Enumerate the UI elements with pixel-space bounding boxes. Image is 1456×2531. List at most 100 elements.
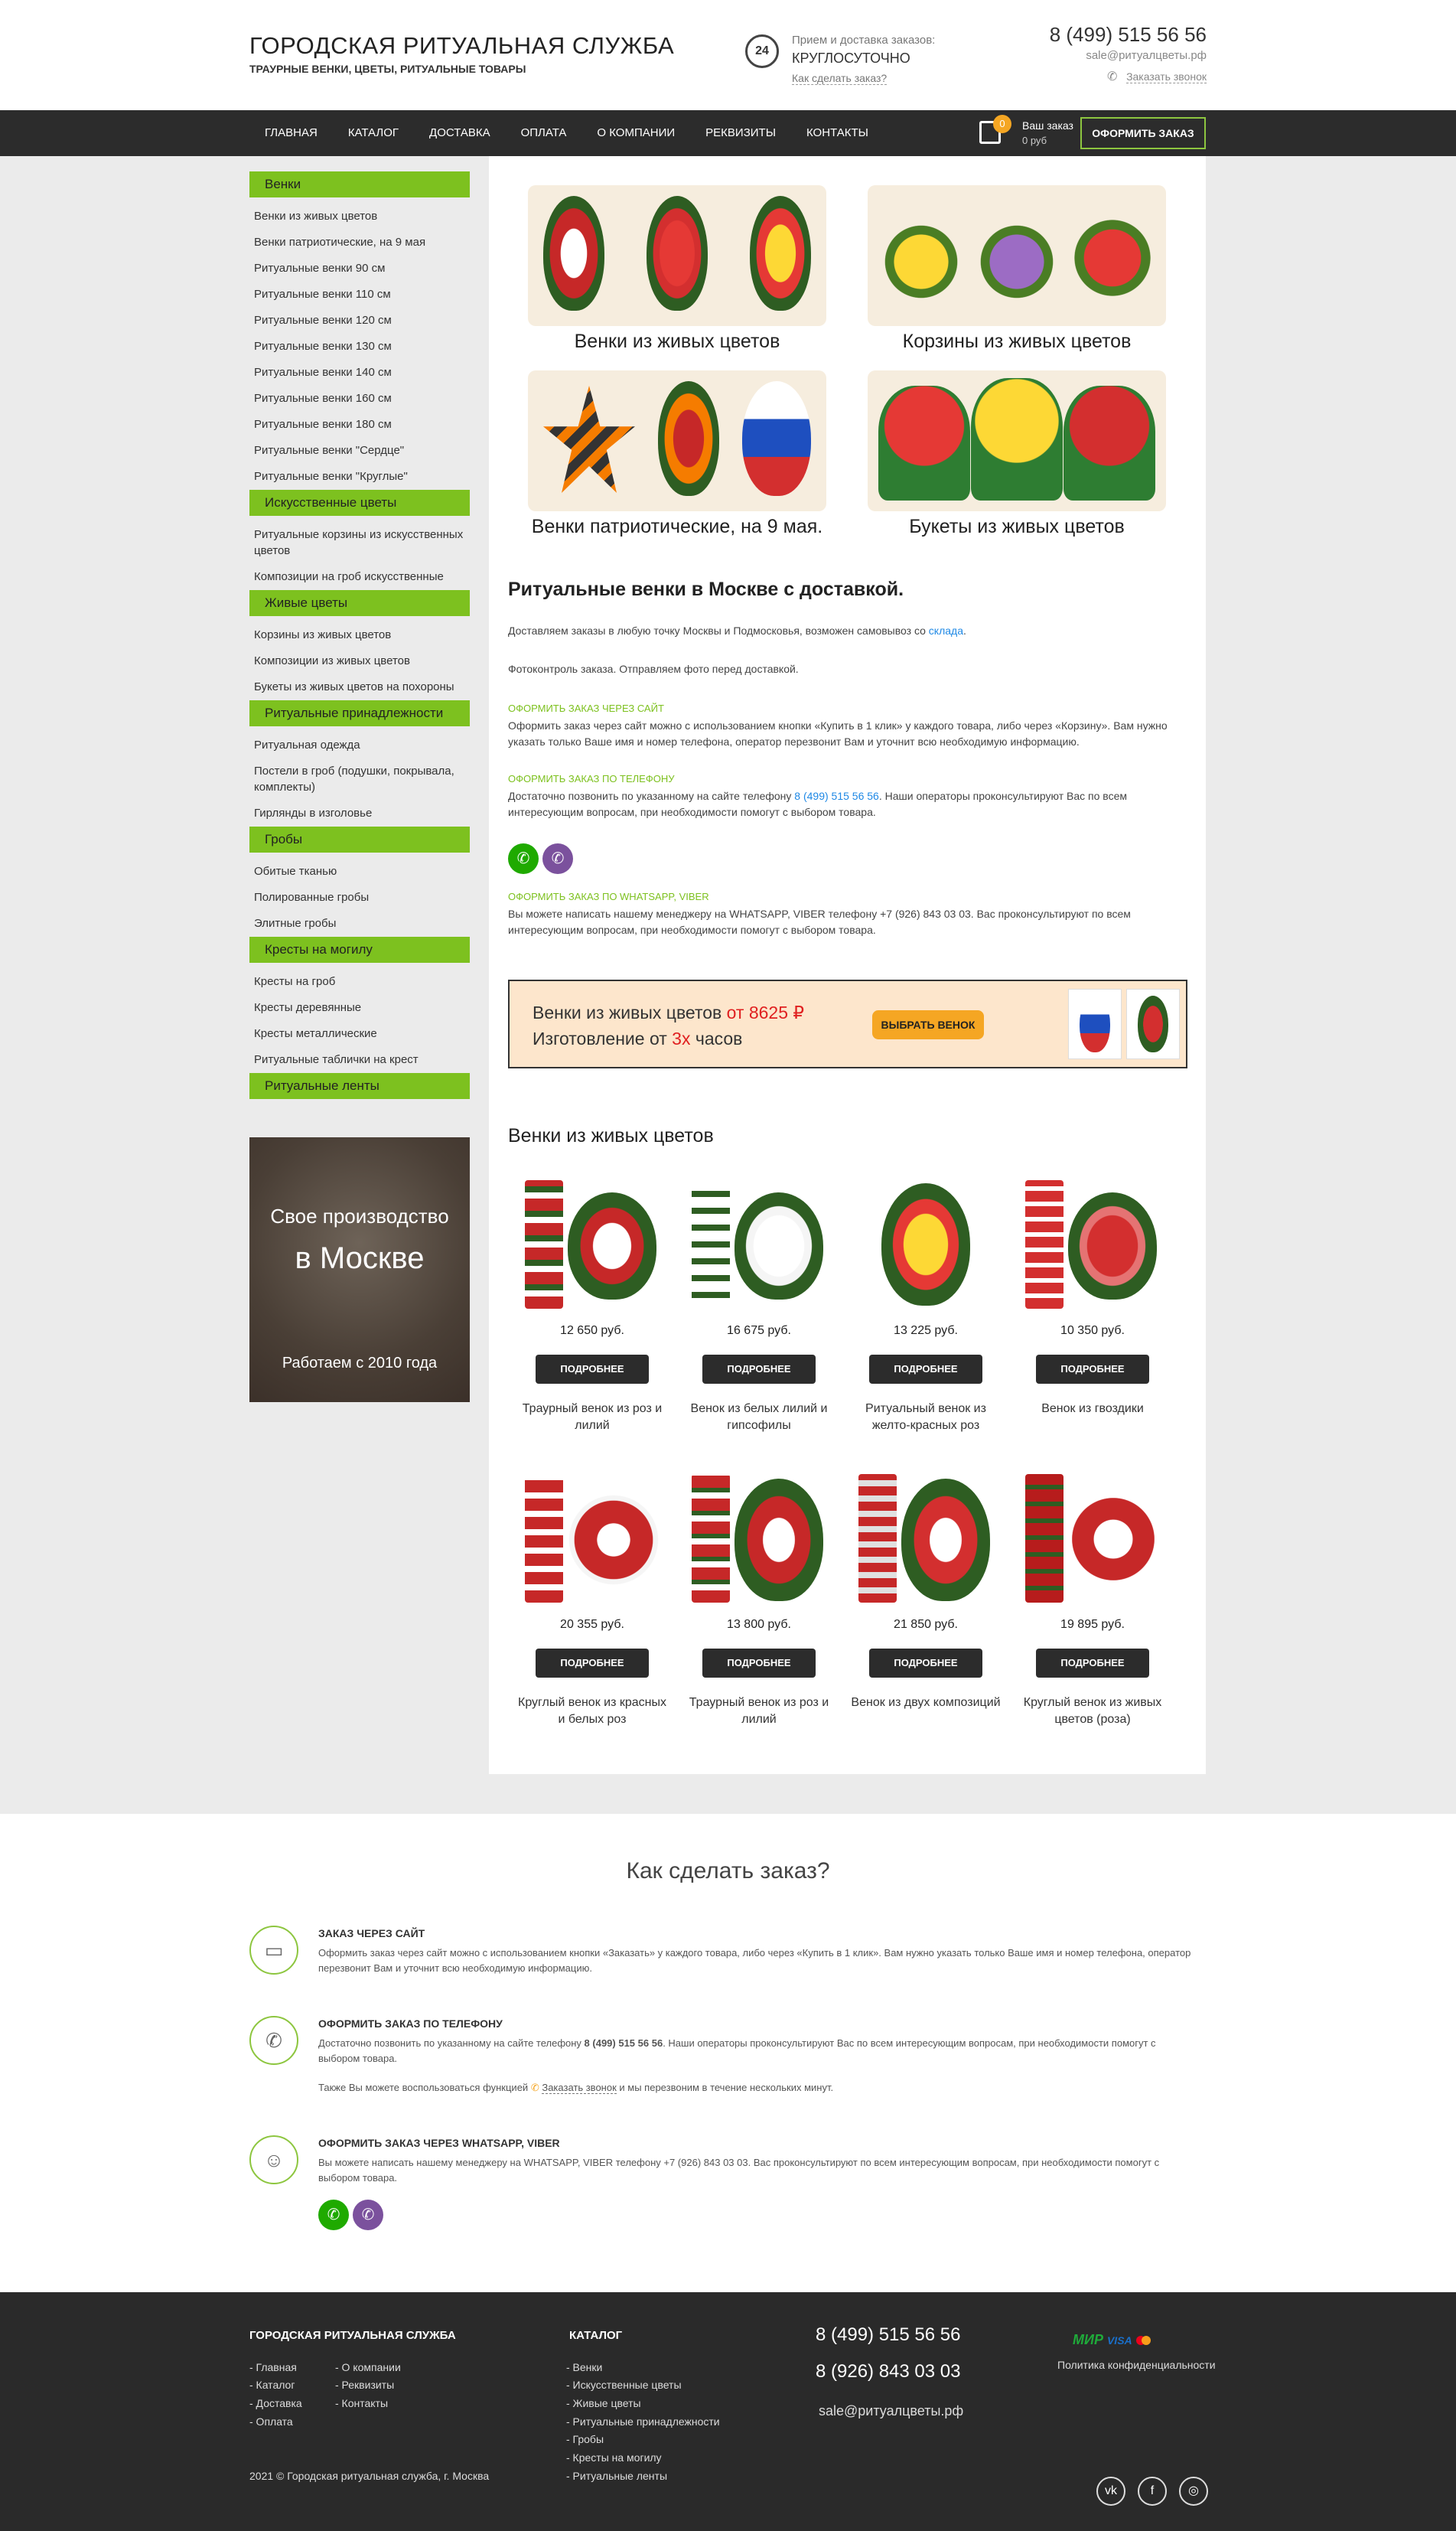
nav-item-catalog[interactable]: КАТАЛОГ — [333, 110, 414, 156]
sidebar-item[interactable]: Ритуальные венки 160 см — [249, 386, 470, 412]
warehouse-link[interactable]: склада — [929, 625, 963, 637]
sidebar-category-artificial[interactable]: Искусственные цветы — [249, 490, 470, 516]
details-button[interactable]: ПОДРОБНЕЕ — [869, 1649, 982, 1678]
how-to-order-link[interactable]: Как сделать заказ? — [792, 72, 888, 85]
nav-item-contacts[interactable]: КОНТАКТЫ — [791, 110, 884, 156]
viber-icon[interactable]: ✆ — [353, 2200, 383, 2230]
tile-patriotic-image[interactable] — [528, 370, 826, 511]
sidebar-item[interactable]: Венки из живых цветов — [249, 204, 470, 230]
details-button[interactable]: ПОДРОБНЕЕ — [536, 1355, 649, 1384]
viber-icon[interactable]: ✆ — [542, 843, 573, 874]
footer-catalog-link[interactable]: - Искусственные цветы — [566, 2379, 682, 2391]
footer-catalog-link[interactable]: - Ритуальные ленты — [566, 2470, 667, 2482]
sidebar-category-crosses[interactable]: Кресты на могилу — [249, 937, 470, 963]
sidebar-category-accessories[interactable]: Ритуальные принадлежности — [249, 700, 470, 726]
sidebar-item[interactable]: Постели в гроб (подушки, покрывала, комп… — [249, 758, 470, 801]
facebook-icon[interactable]: f — [1138, 2477, 1167, 2506]
product-name[interactable]: Венок из белых лилий и гипсофилы — [682, 1401, 835, 1434]
product-image[interactable] — [692, 1177, 826, 1312]
nav-item-home[interactable]: ГЛАВНАЯ — [249, 110, 333, 156]
sidebar-item[interactable]: Ритуальные венки 130 см — [249, 334, 470, 360]
footer-catalog-link[interactable]: - Венки — [566, 2361, 602, 2373]
product-image[interactable] — [692, 1471, 826, 1606]
footer-phone-1[interactable]: 8 (499) 515 56 56 — [816, 2324, 960, 2346]
product-image[interactable] — [858, 1471, 993, 1606]
step-callback-link[interactable]: Заказать звонок — [542, 2082, 617, 2094]
product-name[interactable]: Ритуальный венок из желто-красных роз — [849, 1401, 1002, 1434]
tile-wreaths-image[interactable] — [528, 185, 826, 326]
details-button[interactable]: ПОДРОБНЕЕ — [869, 1355, 982, 1384]
choose-wreath-button[interactable]: ВЫБРАТЬ ВЕНОК — [872, 1010, 984, 1039]
sidebar-item[interactable]: Ритуальные венки 180 см — [249, 412, 470, 438]
sidebar-item[interactable]: Кресты металлические — [249, 1021, 470, 1047]
product-name[interactable]: Венок из двух композиций — [849, 1694, 1002, 1711]
tile-wreaths-caption[interactable]: Венки из живых цветов — [524, 331, 830, 353]
tile-bouquets-caption[interactable]: Букеты из живых цветов — [864, 516, 1170, 538]
footer-link-home[interactable]: - Главная — [249, 2361, 297, 2373]
footer-link-about[interactable]: - О компании — [335, 2361, 401, 2373]
sidebar-item[interactable]: Букеты из живых цветов на похороны — [249, 674, 470, 700]
details-button[interactable]: ПОДРОБНЕЕ — [702, 1355, 816, 1384]
product-name[interactable]: Круглый венок из живых цветов (роза) — [1016, 1694, 1169, 1728]
footer-catalog-link[interactable]: - Живые цветы — [566, 2397, 641, 2409]
sidebar-item[interactable]: Элитные гробы — [249, 911, 470, 937]
sidebar-item[interactable]: Ритуальные венки 120 см — [249, 308, 470, 334]
footer-catalog-link[interactable]: - Гробы — [566, 2433, 604, 2445]
sidebar-item[interactable]: Ритуальные венки 140 см — [249, 360, 470, 386]
sidebar-item[interactable]: Композиции на гроб искусственные — [249, 564, 470, 590]
instagram-icon[interactable]: ◎ — [1179, 2477, 1208, 2506]
order-phone-link[interactable]: 8 (499) 515 56 56 — [794, 790, 879, 802]
sidebar-item[interactable]: Ритуальные венки 110 см — [249, 282, 470, 308]
footer-phone-2[interactable]: 8 (926) 843 03 03 — [816, 2361, 960, 2383]
sidebar-item[interactable]: Ритуальные корзины из искусственных цвет… — [249, 522, 470, 564]
sidebar-item[interactable]: Кресты на гроб — [249, 969, 470, 995]
details-button[interactable]: ПОДРОБНЕЕ — [536, 1649, 649, 1678]
sidebar-item[interactable]: Обитые тканью — [249, 859, 470, 885]
sidebar-item[interactable]: Ритуальные таблички на крест — [249, 1047, 470, 1073]
sidebar-item[interactable]: Ритуальные венки 90 см — [249, 256, 470, 282]
sidebar-category-live-flowers[interactable]: Живые цветы — [249, 590, 470, 616]
site-title[interactable]: ГОРОДСКАЯ РИТУАЛЬНАЯ СЛУЖБА — [249, 32, 674, 60]
sidebar-item[interactable]: Композиции из живых цветов — [249, 648, 470, 674]
details-button[interactable]: ПОДРОБНЕЕ — [702, 1649, 816, 1678]
tile-bouquets-image[interactable] — [868, 370, 1166, 511]
sidebar-item[interactable]: Полированные гробы — [249, 885, 470, 911]
product-image[interactable] — [1025, 1177, 1160, 1312]
nav-item-delivery[interactable]: ДОСТАВКА — [414, 110, 506, 156]
sidebar-item[interactable]: Ритуальная одежда — [249, 732, 470, 758]
header-phone[interactable]: 8 (499) 515 56 56 — [1050, 23, 1207, 47]
step-phone-number[interactable]: 8 (499) 515 56 56 — [585, 2037, 663, 2049]
sidebar-item[interactable]: Корзины из живых цветов — [249, 622, 470, 648]
footer-catalog-link[interactable]: - Кресты на могилу — [566, 2451, 662, 2464]
footer-link-catalog[interactable]: - Каталог — [249, 2379, 295, 2391]
tile-patriotic-caption[interactable]: Венки патриотические, на 9 мая. — [524, 516, 830, 538]
sidebar-item[interactable]: Ритуальные венки "Сердце" — [249, 438, 470, 464]
footer-link-requisites[interactable]: - Реквизиты — [335, 2379, 394, 2391]
product-image[interactable] — [525, 1471, 660, 1606]
vk-icon[interactable]: vk — [1096, 2477, 1125, 2506]
sidebar-item[interactable]: Венки патриотические, на 9 мая — [249, 230, 470, 256]
footer-link-contacts[interactable]: - Контакты — [335, 2397, 388, 2409]
footer-link-payment[interactable]: - Оплата — [249, 2415, 293, 2428]
sidebar-item[interactable]: Кресты деревянные — [249, 995, 470, 1021]
sidebar-category-wreaths[interactable]: Венки — [249, 171, 470, 197]
product-image[interactable] — [858, 1177, 993, 1312]
footer-link-delivery[interactable]: - Доставка — [249, 2397, 302, 2409]
product-image[interactable] — [525, 1177, 660, 1312]
footer-catalog-link[interactable]: - Ритуальные принадлежности — [566, 2415, 720, 2428]
product-name[interactable]: Круглый венок из красных и белых роз — [516, 1694, 669, 1728]
product-name[interactable]: Траурный венок из роз и лилий — [516, 1401, 669, 1434]
nav-item-requisites[interactable]: РЕКВИЗИТЫ — [690, 110, 791, 156]
product-image[interactable] — [1025, 1471, 1160, 1606]
checkout-button[interactable]: ОФОРМИТЬ ЗАКАЗ — [1080, 117, 1206, 149]
sidebar-item[interactable]: Гирлянды в изголовье — [249, 801, 470, 827]
sidebar-item[interactable]: Ритуальные венки "Круглые" — [249, 464, 470, 490]
product-name[interactable]: Траурный венок из роз и лилий — [682, 1694, 835, 1728]
nav-item-payment[interactable]: ОПЛАТА — [506, 110, 582, 156]
details-button[interactable]: ПОДРОБНЕЕ — [1036, 1355, 1149, 1384]
header-email[interactable]: sale@ритуалцветы.рф — [1086, 49, 1207, 62]
product-name[interactable]: Венок из гвоздики — [1016, 1401, 1169, 1417]
whatsapp-icon[interactable]: ✆ — [508, 843, 539, 874]
cart-label[interactable]: Ваш заказ — [1022, 119, 1073, 132]
details-button[interactable]: ПОДРОБНЕЕ — [1036, 1649, 1149, 1678]
